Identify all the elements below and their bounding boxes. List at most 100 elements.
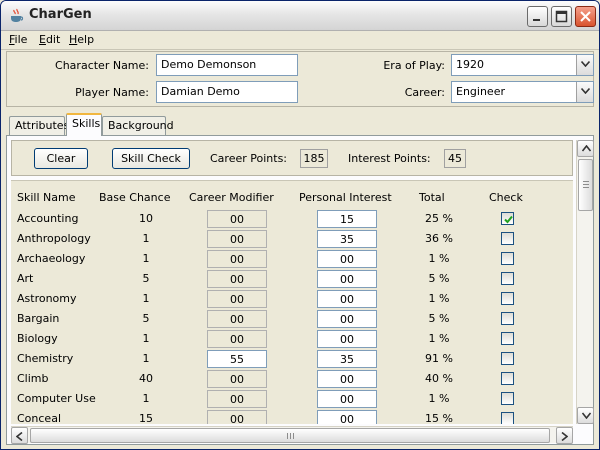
character-name-label: Character Name:: [55, 59, 149, 72]
tab-skills[interactable]: Skills: [66, 113, 102, 136]
skill-total: 40 %: [425, 372, 453, 385]
vertical-scroll-thumb[interactable]: [578, 159, 593, 211]
personal-interest-field[interactable]: 35: [317, 230, 377, 248]
personal-interest-field[interactable]: 35: [317, 350, 377, 368]
base-chance: 5: [142, 312, 150, 325]
skill-check-checkbox[interactable]: [501, 372, 514, 385]
personal-interest-field[interactable]: 00: [317, 290, 377, 308]
skill-check-checkbox[interactable]: [501, 212, 514, 225]
skill-total: 5 %: [428, 272, 450, 285]
career-modifier-field[interactable]: 00: [207, 230, 267, 248]
skill-name: Climb: [17, 372, 49, 385]
skill-check-checkbox[interactable]: [501, 232, 514, 245]
scroll-left-button[interactable]: [11, 427, 28, 444]
career-modifier-field[interactable]: 00: [207, 290, 267, 308]
chevron-down-icon: [581, 61, 590, 67]
col-header-check: Check: [489, 191, 523, 204]
player-name-field[interactable]: Damian Demo: [156, 81, 298, 103]
menu-file[interactable]: File: [9, 33, 27, 46]
base-chance: 5: [142, 272, 150, 285]
skill-total: 25 %: [425, 212, 453, 225]
base-chance: 10: [139, 212, 153, 225]
maximize-icon: [555, 10, 568, 23]
horizontal-scrollbar[interactable]: [11, 426, 573, 444]
skill-check-checkbox[interactable]: [501, 252, 514, 265]
skill-check-button[interactable]: Skill Check: [112, 148, 190, 169]
era-dropdown-button[interactable]: [576, 55, 593, 75]
personal-interest-field[interactable]: 00: [317, 370, 377, 388]
career-label: Career:: [404, 86, 445, 99]
era-value: 1920: [456, 58, 484, 71]
java-cup-icon: [8, 8, 24, 24]
character-name-field[interactable]: Demo Demonson: [156, 54, 298, 76]
skills-table: Skill Name Base Chance Career Modifier P…: [11, 180, 573, 424]
close-button[interactable]: [575, 6, 596, 27]
table-row: Computer Use 1 00 00 1 %: [11, 389, 573, 409]
col-header-total: Total: [419, 191, 445, 204]
career-modifier-field[interactable]: 00: [207, 390, 267, 408]
skill-check-checkbox[interactable]: [501, 412, 514, 424]
career-modifier-field[interactable]: 00: [207, 210, 267, 228]
chevron-down-icon: [581, 88, 590, 94]
skill-name: Computer Use: [17, 392, 96, 405]
skills-panel: Clear Skill Check Career Points: 185 Int…: [6, 135, 594, 445]
col-header-personal-interest: Personal Interest: [299, 191, 392, 204]
table-row: Biology 1 00 00 1 %: [11, 329, 573, 349]
table-row: Anthropology 1 00 35 36 %: [11, 229, 573, 249]
skill-check-checkbox[interactable]: [501, 392, 514, 405]
chevron-right-icon: [561, 432, 568, 441]
personal-interest-field[interactable]: 00: [317, 310, 377, 328]
menu-edit[interactable]: Edit: [39, 33, 60, 46]
career-modifier-field[interactable]: 00: [207, 370, 267, 388]
career-modifier-field[interactable]: 00: [207, 250, 267, 268]
career-modifier-field[interactable]: 00: [207, 270, 267, 288]
tab-background[interactable]: Background: [102, 116, 174, 135]
skill-name: Biology: [17, 332, 58, 345]
personal-interest-field[interactable]: 00: [317, 410, 377, 424]
minimize-button[interactable]: [527, 6, 548, 27]
menu-help[interactable]: Help: [69, 33, 94, 46]
personal-interest-field[interactable]: 00: [317, 250, 377, 268]
base-chance: 1: [142, 292, 150, 305]
personal-interest-field[interactable]: 00: [317, 390, 377, 408]
career-modifier-field[interactable]: 55: [207, 350, 267, 368]
personal-interest-field[interactable]: 00: [317, 330, 377, 348]
title-bar[interactable]: CharGen: [1, 1, 599, 31]
career-modifier-field[interactable]: 00: [207, 330, 267, 348]
career-modifier-field[interactable]: 00: [207, 310, 267, 328]
scroll-down-button[interactable]: [577, 407, 594, 424]
skill-check-checkbox[interactable]: [501, 292, 514, 305]
skill-check-checkbox[interactable]: [501, 272, 514, 285]
chevron-left-icon: [16, 432, 23, 441]
skill-check-checkbox[interactable]: [501, 312, 514, 325]
scroll-right-button[interactable]: [556, 427, 573, 444]
career-modifier-field[interactable]: 00: [207, 410, 267, 424]
checkmark-icon: [504, 215, 513, 224]
personal-interest-field[interactable]: 00: [317, 270, 377, 288]
skill-name: Art: [17, 272, 34, 285]
close-icon: [580, 11, 591, 22]
window-title: CharGen: [29, 7, 92, 22]
era-label: Era of Play:: [383, 59, 445, 72]
horizontal-scroll-thumb[interactable]: [30, 428, 550, 443]
table-row: Climb 40 00 00 40 %: [11, 369, 573, 389]
maximize-button[interactable]: [551, 6, 572, 27]
career-select[interactable]: Engineer: [451, 81, 594, 103]
personal-interest-field[interactable]: 15: [317, 210, 377, 228]
table-row: Chemistry 1 55 35 91 %: [11, 349, 573, 369]
base-chance: 1: [142, 232, 150, 245]
vertical-scrollbar[interactable]: [576, 140, 594, 424]
table-row: Bargain 5 00 00 5 %: [11, 309, 573, 329]
minimize-icon: [533, 19, 540, 21]
skill-check-checkbox[interactable]: [501, 332, 514, 345]
clear-button[interactable]: Clear: [34, 148, 88, 169]
tab-attributes[interactable]: Attributes: [9, 116, 69, 135]
skill-check-checkbox[interactable]: [501, 352, 514, 365]
scroll-up-button[interactable]: [577, 140, 594, 157]
career-dropdown-button[interactable]: [576, 82, 593, 102]
career-value: Engineer: [456, 85, 505, 98]
era-select[interactable]: 1920: [451, 54, 594, 76]
skill-name: Archaeology: [17, 252, 86, 265]
character-info-panel: Character Name: Demo Demonson Player Nam…: [6, 51, 594, 107]
base-chance: 1: [142, 352, 150, 365]
